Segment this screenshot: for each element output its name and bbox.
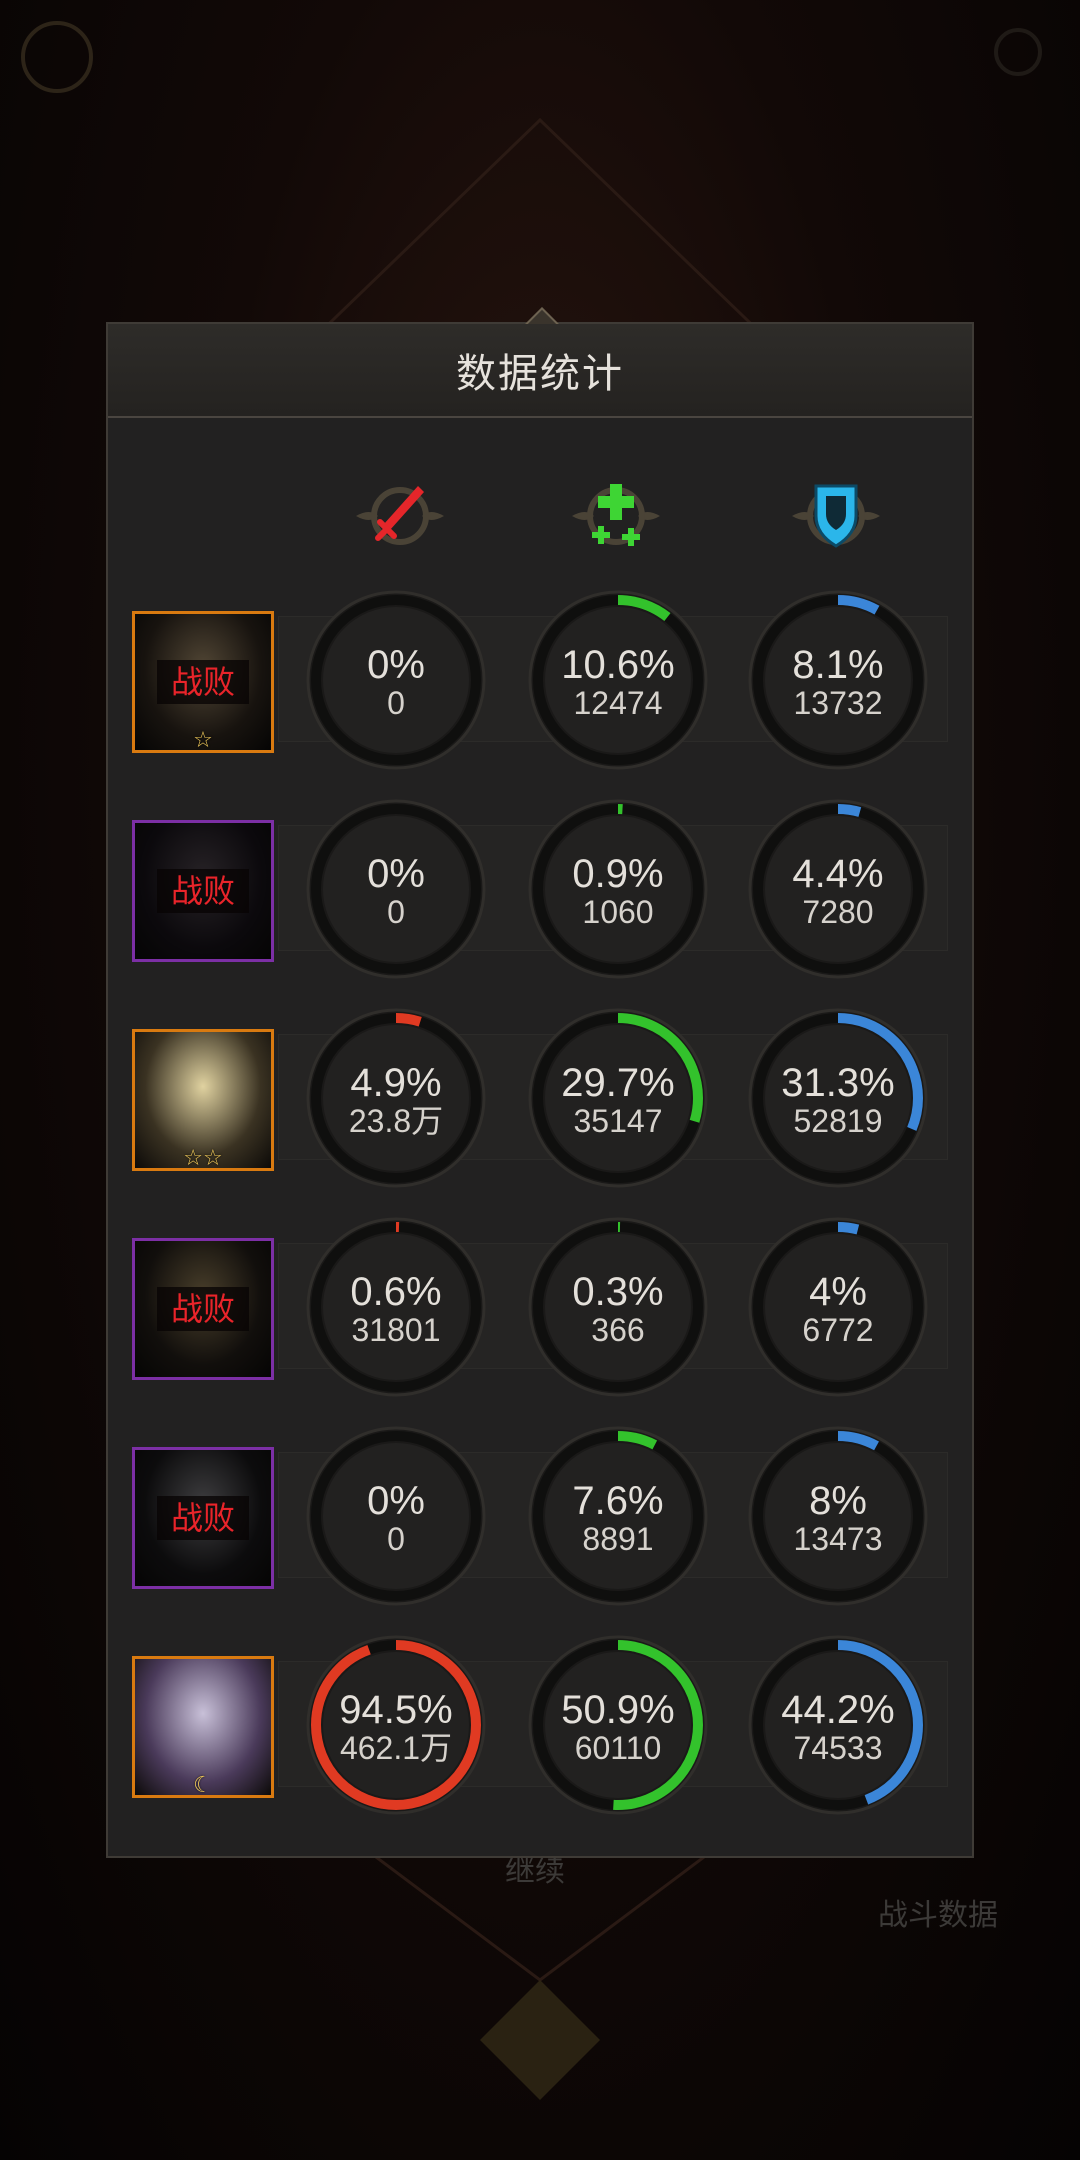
star-rank-icon: ☆ — [193, 727, 213, 752]
healing-percent: 29.7% — [561, 1061, 675, 1105]
healing-percent: 7.6% — [572, 1479, 664, 1523]
damage-taken-ring: 31.3% 52819 — [748, 1008, 928, 1188]
battle-data-button[interactable]: 战斗数据 — [878, 1890, 998, 1934]
star-rank-icon: ☆☆ — [183, 1145, 223, 1170]
damage-percent: 94.5% — [339, 1688, 453, 1732]
damage-taken-percent: 44.2% — [781, 1688, 895, 1732]
healing-value: 60110 — [574, 1730, 662, 1766]
healing-ring: 29.7% 35147 — [528, 1008, 708, 1188]
stats-panel: 数据统计 战败 ☆ 0% 0 10.6% 12474 8.1% 13732 战败 0% 0 0.9% 1… — [106, 307, 974, 1858]
damage-ring: 0% 0 — [306, 590, 486, 770]
panel-header: 数据统计 — [108, 324, 972, 418]
damage-ring: 0.6% 31801 — [306, 1217, 486, 1397]
damage-taken-percent: 31.3% — [781, 1061, 895, 1105]
damage-percent: 0% — [367, 643, 425, 687]
damage-percent: 0% — [367, 1479, 425, 1523]
shield-icon — [792, 484, 880, 548]
defeated-label: 战败 — [157, 1496, 249, 1540]
panel-title: 数据统计 — [456, 352, 624, 396]
damage-value: 462.1万 — [339, 1730, 453, 1766]
damage-ring: 0% 0 — [306, 1426, 486, 1606]
damage-taken-value: 13732 — [793, 685, 883, 721]
damage-ring: 94.5% 462.1万 — [306, 1635, 486, 1815]
defeated-label: 战败 — [157, 1287, 249, 1331]
damage-value: 31801 — [351, 1312, 441, 1348]
damage-percent: 4.9% — [350, 1061, 442, 1105]
damage-value: 0 — [387, 1521, 405, 1557]
healing-ring: 7.6% 8891 — [528, 1426, 708, 1606]
damage-value: 0 — [387, 685, 405, 721]
damage-taken-value: 7280 — [802, 894, 874, 930]
hero-portrait[interactable]: 战败 — [132, 1238, 274, 1380]
damage-percent: 0.6% — [350, 1270, 442, 1314]
defeated-label: 战败 — [157, 869, 249, 913]
healing-value: 366 — [591, 1312, 645, 1348]
damage-taken-value: 6772 — [802, 1312, 874, 1348]
hero-portrait[interactable]: ☆☆ — [132, 1029, 274, 1171]
healing-ring: 50.9% 60110 — [528, 1635, 708, 1815]
damage-taken-ring: 8% 13473 — [748, 1426, 928, 1606]
hero-portrait[interactable]: 战败 — [132, 1447, 274, 1589]
healing-percent: 50.9% — [561, 1688, 675, 1732]
damage-taken-value: 13473 — [793, 1521, 883, 1557]
damage-value: 0 — [387, 894, 405, 930]
damage-taken-percent: 8.1% — [792, 643, 884, 687]
hero-row: 战败 ☆ 0% 0 10.6% 12474 8.1% 13732 — [108, 590, 972, 770]
damage-taken-ring: 4.4% 7280 — [748, 799, 928, 979]
damage-taken-ring: 8.1% 13732 — [748, 590, 928, 770]
moon-rank-icon: ☾ — [193, 1772, 213, 1797]
hero-row: ☆☆ 4.9% 23.8万 29.7% 35147 31.3% 52819 — [108, 1008, 972, 1188]
damage-taken-ring: 4% 6772 — [748, 1217, 928, 1397]
healing-percent: 0.3% — [572, 1270, 664, 1314]
sword-icon — [356, 486, 444, 545]
healing-ring: 10.6% 12474 — [528, 590, 708, 770]
healing-value: 12474 — [573, 685, 663, 721]
healing-percent: 0.9% — [572, 852, 664, 896]
healing-value: 35147 — [573, 1103, 663, 1139]
hero-portrait[interactable]: 战败 — [132, 820, 274, 962]
hero-row: 战败 0.6% 31801 0.3% 366 4% 6772 — [108, 1217, 972, 1397]
healing-ring: 0.9% 1060 — [528, 799, 708, 979]
hero-portrait[interactable]: 战败 ☆ — [132, 611, 274, 753]
healing-value: 8891 — [582, 1521, 654, 1557]
damage-taken-percent: 4.4% — [792, 852, 884, 896]
hero-portrait[interactable]: ☾ — [132, 1656, 274, 1798]
damage-taken-ring: 44.2% 74533 — [748, 1635, 928, 1815]
damage-percent: 0% — [367, 852, 425, 896]
damage-taken-percent: 4% — [809, 1270, 867, 1314]
damage-taken-percent: 8% — [809, 1479, 867, 1523]
hero-row: 战败 0% 0 7.6% 8891 8% 13473 — [108, 1426, 972, 1606]
hero-row: ☾ 94.5% 462.1万 50.9% 60110 44.2% 74533 — [108, 1635, 972, 1815]
damage-taken-value: 52819 — [793, 1103, 883, 1139]
damage-ring: 0% 0 — [306, 799, 486, 979]
heal-cross-icon — [572, 484, 660, 546]
healing-ring: 0.3% 366 — [528, 1217, 708, 1397]
hero-row: 战败 0% 0 0.9% 1060 4.4% 7280 — [108, 799, 972, 979]
damage-value: 23.8万 — [348, 1103, 444, 1139]
healing-value: 1060 — [582, 894, 654, 930]
damage-ring: 4.9% 23.8万 — [306, 1008, 486, 1188]
damage-taken-value: 74533 — [793, 1730, 883, 1766]
defeated-label: 战败 — [157, 660, 249, 704]
healing-percent: 10.6% — [561, 643, 675, 687]
